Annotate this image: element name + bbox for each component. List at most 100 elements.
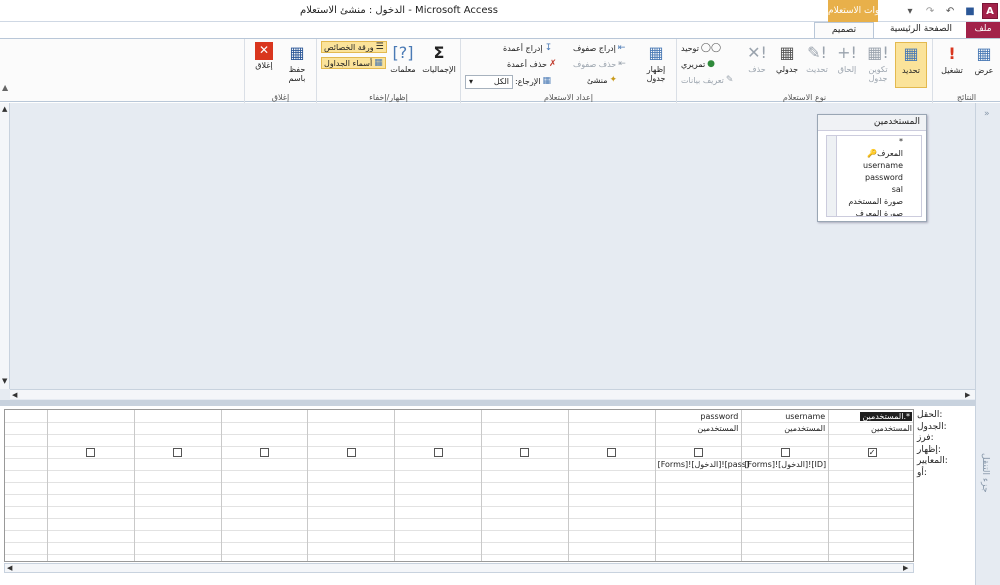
vertical-scrollbar[interactable]: ▲ ▼ bbox=[0, 103, 10, 389]
totals-button[interactable]: Σ الإجماليات bbox=[421, 42, 457, 75]
redo-icon[interactable]: ↷ bbox=[922, 3, 938, 19]
close-button[interactable]: ✕ إغلاق bbox=[249, 42, 279, 71]
table-names-button[interactable]: ▦ أسماء الجداول bbox=[321, 57, 386, 69]
save-as-button[interactable]: ▦ حفظ باسم bbox=[281, 42, 313, 84]
field-cell[interactable]: username bbox=[785, 412, 825, 421]
show-checkbox[interactable] bbox=[173, 448, 183, 457]
run-button[interactable]: ! تشغيل bbox=[937, 43, 967, 76]
scroll-down-icon[interactable]: ▼ bbox=[2, 377, 7, 385]
tab-design[interactable]: تصميم bbox=[814, 22, 874, 38]
grid-column[interactable]: password المستخدمين [Forms]![الدخول]![pass… bbox=[654, 410, 749, 561]
table-cell[interactable]: المستخدمين bbox=[697, 424, 738, 433]
primary-key-icon: 🔑 bbox=[867, 149, 878, 158]
grid-column[interactable] bbox=[47, 410, 134, 561]
delete-query-button[interactable]: ✕! حذف bbox=[743, 42, 771, 75]
insert-rows-button[interactable]: ⇤ إدراج صفوف bbox=[573, 43, 625, 53]
tab-home[interactable]: الصفحة الرئيسية bbox=[880, 22, 962, 38]
return-icon: ▦ bbox=[542, 76, 552, 86]
insert-rows-icon: ⇤ bbox=[617, 43, 626, 53]
ribbon: ▲ ▦ عرض ! تشغيل النتائج ▦ تحديد ▦! تكوين… bbox=[0, 38, 1000, 103]
grid-column[interactable]: username المستخدمين [Forms]![الدخول]![ID] bbox=[741, 410, 828, 561]
return-select[interactable]: ▾ الكل bbox=[465, 75, 513, 89]
parameters-button[interactable]: [?] معلمات bbox=[387, 42, 419, 75]
grid-column[interactable] bbox=[394, 410, 481, 561]
field-list: * 🔑المعرف username password sal صورة الم… bbox=[826, 135, 922, 217]
scroll-right-icon[interactable]: ▶ bbox=[965, 391, 970, 399]
group-show-hide: Σ الإجماليات [?] معلمات ☰ ورقة الخصائص ▦… bbox=[316, 39, 460, 103]
tab-file[interactable]: ملف bbox=[966, 22, 1000, 38]
grid-column[interactable] bbox=[220, 410, 308, 561]
grid-column[interactable] bbox=[481, 410, 568, 561]
scroll-left-icon[interactable]: ◀ bbox=[12, 391, 17, 399]
show-checkbox[interactable]: ✓ bbox=[867, 448, 877, 457]
select-query-button[interactable]: ▦ تحديد bbox=[895, 42, 927, 88]
view-button[interactable]: ▦ عرض bbox=[969, 43, 999, 76]
save-icon[interactable]: ■ bbox=[962, 3, 978, 19]
show-checkbox[interactable] bbox=[346, 448, 356, 457]
grid-scroll-left-icon[interactable]: ◀ bbox=[7, 564, 12, 572]
field-item[interactable]: username bbox=[827, 160, 921, 172]
show-checkbox[interactable] bbox=[607, 448, 617, 457]
delete-columns-button[interactable]: ✗ حذف أعمدة bbox=[507, 59, 557, 69]
show-checkbox[interactable] bbox=[780, 448, 790, 457]
field-item[interactable]: password bbox=[827, 172, 921, 184]
show-table-button[interactable]: ▦ إظهار جدول bbox=[639, 42, 673, 84]
update-button[interactable]: ✎! تحديث bbox=[803, 42, 831, 75]
field-item[interactable]: sal bbox=[827, 184, 921, 196]
show-checkbox[interactable] bbox=[259, 448, 269, 457]
table-cell[interactable]: المستخدمين bbox=[871, 424, 912, 433]
field-item-key[interactable]: 🔑المعرف bbox=[827, 148, 921, 160]
show-checkbox[interactable] bbox=[520, 448, 530, 457]
grid-column[interactable] bbox=[307, 410, 394, 561]
row-label-show: إظهار: bbox=[917, 444, 941, 455]
window-title: الدخول : منشئ الاستعلام - Microsoft Acce… bbox=[300, 5, 498, 16]
row-label-table: الجدول: bbox=[917, 421, 947, 432]
grid-scroll-right-icon[interactable]: ▶ bbox=[903, 564, 908, 572]
table-field-list[interactable]: المستخدمين * 🔑المعرف username password s… bbox=[817, 114, 927, 222]
chevron-down-icon: ▾ bbox=[469, 77, 474, 86]
table-field-list-title[interactable]: المستخدمين bbox=[818, 115, 926, 131]
table-cell[interactable]: المستخدمين bbox=[784, 424, 825, 433]
field-item[interactable]: صورة المعرف bbox=[827, 208, 921, 216]
customize-toolbar-icon[interactable]: ▾ bbox=[902, 3, 918, 19]
criteria-cell[interactable]: [Forms]![الدخول]![ID] bbox=[744, 460, 826, 469]
grid-column[interactable]: المستخدمين.* المستخدمين ✓ bbox=[828, 410, 915, 561]
field-list-scrollbar[interactable] bbox=[827, 136, 837, 216]
update-icon: ✎! bbox=[807, 43, 827, 63]
make-table-button[interactable]: ▦! تكوين جدول bbox=[863, 42, 893, 84]
append-button[interactable]: +! إلحاق bbox=[833, 42, 861, 75]
union-button[interactable]: ◯◯ توحيد bbox=[681, 43, 721, 53]
expand-chevron-icon[interactable]: » bbox=[984, 109, 990, 119]
grid-column[interactable] bbox=[133, 410, 221, 561]
access-app-icon[interactable]: A bbox=[982, 3, 998, 19]
show-checkbox[interactable] bbox=[693, 448, 703, 457]
field-item[interactable]: صورة المستخدم bbox=[827, 196, 921, 208]
scroll-up-icon[interactable]: ▲ bbox=[2, 105, 7, 113]
pass-through-icon: ● bbox=[707, 59, 716, 69]
delete-rows-button[interactable]: ⇤ حذف صفوف bbox=[573, 59, 626, 69]
minimize-ribbon-icon[interactable]: ▲ bbox=[2, 83, 8, 92]
qbe-grid[interactable]: المستخدمين.* المستخدمين ✓ username المستخدمي… bbox=[4, 409, 914, 562]
sigma-icon: Σ bbox=[433, 43, 445, 63]
save-as-icon: ▦ bbox=[289, 43, 305, 63]
navigation-pane-collapsed[interactable]: » جزء التنقل bbox=[975, 103, 1000, 585]
show-checkbox[interactable] bbox=[433, 448, 443, 457]
show-checkbox[interactable] bbox=[86, 448, 96, 457]
property-sheet-button[interactable]: ☰ ورقة الخصائص bbox=[321, 41, 387, 53]
field-cell[interactable]: المستخدمين.* bbox=[860, 412, 912, 421]
field-cell[interactable]: password bbox=[700, 412, 738, 421]
grid-horizontal-scrollbar[interactable]: ◀ ▶ bbox=[4, 563, 914, 573]
criteria-cell[interactable]: [Forms]![الدخول]![pass] bbox=[658, 460, 750, 469]
insert-columns-button[interactable]: ↧ إدراج أعمدة bbox=[503, 43, 552, 53]
property-sheet-icon: ☰ bbox=[375, 42, 384, 52]
delete-rows-icon: ⇤ bbox=[618, 59, 626, 69]
grid-column[interactable] bbox=[567, 410, 655, 561]
undo-icon[interactable]: ↶ bbox=[942, 3, 958, 19]
field-item[interactable]: * bbox=[827, 136, 921, 148]
data-definition-button[interactable]: ✎ تعريف بيانات bbox=[681, 75, 733, 85]
horizontal-scrollbar[interactable]: ◀ ▶ bbox=[10, 389, 975, 399]
quick-access-toolbar: A ■ ↶ ↷ ▾ bbox=[902, 0, 1000, 22]
pass-through-button[interactable]: ● تمريري bbox=[681, 59, 715, 69]
crosstab-button[interactable]: ▦ جدولي bbox=[773, 42, 801, 75]
builder-button[interactable]: ✦ منشئ bbox=[587, 75, 617, 85]
